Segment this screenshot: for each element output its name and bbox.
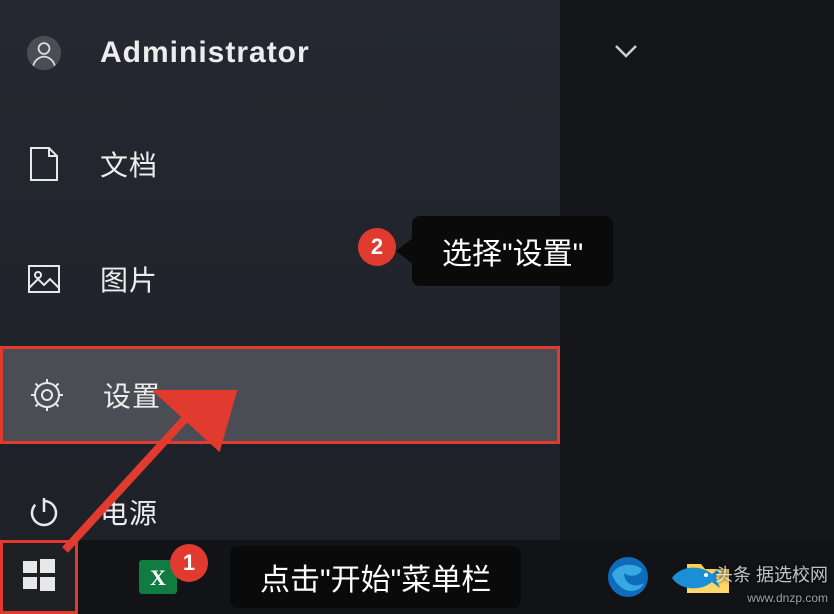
callout-1: 点击"开始"菜单栏: [230, 546, 521, 608]
start-button[interactable]: [0, 540, 78, 614]
watermark-text: 头条 据选校网 www.dnzp.com: [715, 565, 828, 608]
user-account-item[interactable]: Administrator: [0, 0, 560, 96]
windows-logo-icon: [21, 557, 57, 598]
svg-text:X: X: [150, 565, 166, 590]
callout-2: 选择"设置": [412, 216, 613, 286]
taskbar-edge-icon[interactable]: [598, 547, 658, 607]
document-icon: [26, 146, 62, 182]
documents-label: 文档: [100, 144, 158, 184]
pictures-icon: [26, 261, 62, 297]
power-icon: [26, 494, 62, 530]
chevron-down-icon[interactable]: [614, 44, 638, 63]
callout-2-text: 选择"设置": [442, 229, 583, 273]
gear-icon: [29, 377, 65, 413]
user-icon: [26, 35, 62, 71]
callout-1-text: 点击"开始"菜单栏: [260, 555, 491, 599]
badge-1: 1: [170, 544, 208, 582]
pictures-label: 图片: [100, 259, 158, 299]
settings-item[interactable]: 设置: [0, 346, 560, 444]
power-label: 电源: [100, 492, 158, 532]
user-name-label: Administrator: [100, 36, 310, 70]
settings-label: 设置: [103, 375, 161, 415]
documents-item[interactable]: 文档: [0, 116, 560, 211]
badge-2: 2: [358, 228, 396, 266]
